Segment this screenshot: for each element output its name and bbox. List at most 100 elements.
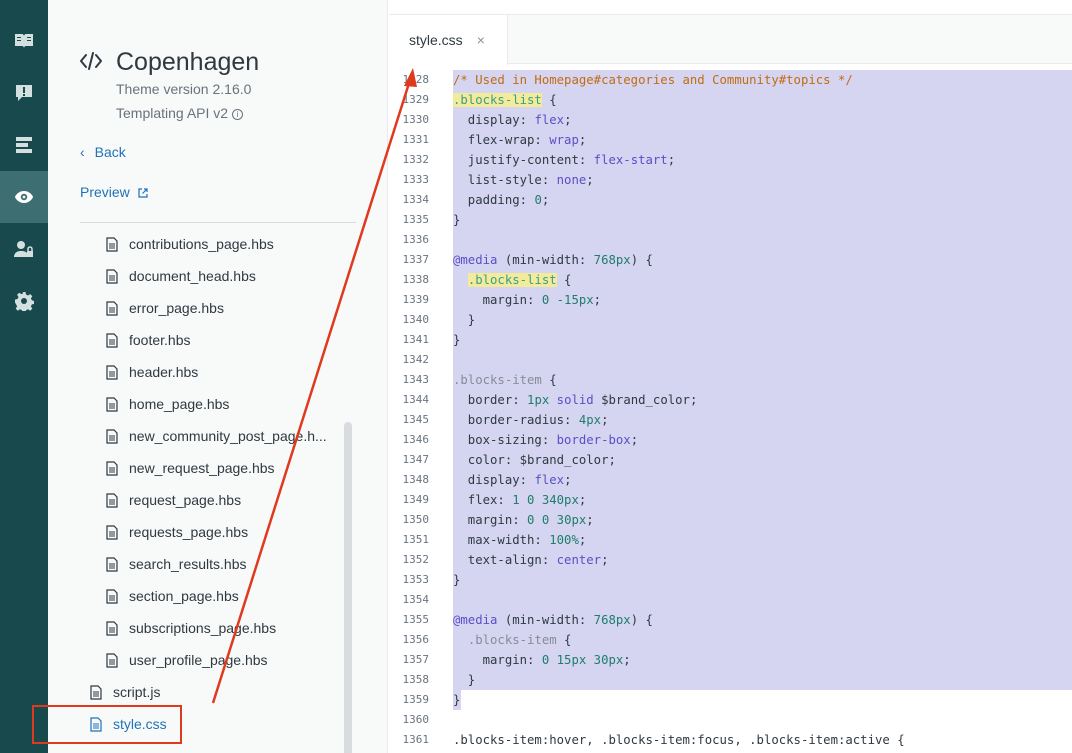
file-item[interactable]: document_head.hbs (106, 260, 256, 292)
code-text: max-width: 100%; (453, 530, 1072, 550)
code-token: .blocks-item:hover, .blocks-item:focus, … (453, 733, 905, 747)
file-item[interactable]: header.hbs (106, 356, 198, 388)
code-text: @media (min-width: 768px) { (453, 610, 1072, 630)
file-item[interactable]: search_results.hbs (106, 548, 247, 580)
code-line: 1340 } (389, 310, 1072, 330)
line-number: 1349 (402, 493, 430, 506)
code-line: 1343 .blocks-item { (389, 370, 1072, 390)
file-item[interactable]: request_page.hbs (106, 484, 241, 516)
code-token: { (556, 273, 572, 287)
info-icon[interactable]: i (232, 109, 244, 120)
code-token: $brand_color; (593, 393, 698, 407)
rail-guide[interactable] (0, 15, 48, 67)
file-name: home_page.hbs (129, 396, 230, 412)
code-text: /* Used in Homepage#categories and Commu… (453, 70, 1072, 90)
file-item[interactable]: section_page.hbs (106, 580, 239, 612)
rail-alerts[interactable] (0, 67, 48, 119)
file-icon (106, 300, 118, 316)
file-item[interactable]: requests_page.hbs (106, 516, 248, 548)
code-token: { (556, 633, 572, 647)
line-number: 1358 (402, 673, 430, 686)
code-token: ; (564, 113, 572, 127)
file-name: error_page.hbs (129, 300, 224, 316)
rail-preview[interactable] (0, 171, 48, 223)
file-icon (106, 652, 118, 668)
code-token: ; (586, 513, 594, 527)
sidebar-divider (80, 222, 356, 223)
file-name: new_community_post_page.h... (129, 428, 327, 444)
line-number: 1341 (402, 333, 430, 346)
line-number: 1347 (402, 453, 430, 466)
file-item[interactable]: new_request_page.hbs (106, 452, 275, 484)
line-number: 1332 (402, 153, 430, 166)
preview-link[interactable]: Preview (80, 184, 148, 200)
line-number: 1328 (402, 73, 430, 86)
line-number: 1337 (402, 253, 430, 266)
code-token: text-align: (453, 553, 557, 567)
rail-user-permissions[interactable] (0, 223, 48, 275)
file-name: script.js (113, 684, 161, 700)
code-token: ; (630, 433, 639, 447)
file-item[interactable]: script.js (90, 676, 160, 708)
code-token: /* Used in Homepage#categories and Commu… (453, 73, 853, 87)
back-link[interactable]: ‹ Back (80, 144, 126, 160)
code-token: wrap (549, 133, 579, 147)
rail-settings[interactable] (0, 275, 48, 327)
code-line: 1360 (389, 710, 1072, 730)
file-item[interactable]: user_profile_page.hbs (106, 644, 268, 676)
code-line: 1352 text-align: center; (389, 550, 1072, 570)
code-line: 1337 @media (min-width: 768px) { (389, 250, 1072, 270)
code-text: } (453, 210, 1072, 230)
code-line: 1359} (389, 690, 1072, 710)
file-item[interactable]: error_page.hbs (106, 292, 224, 324)
file-tree-scrollbar[interactable] (340, 228, 356, 753)
code-token: ; (541, 193, 550, 207)
code-token: ; (586, 173, 594, 187)
theme-name: Copenhagen (116, 48, 260, 76)
line-number: 1361 (402, 733, 430, 746)
file-item[interactable]: contributions_page.hbs (106, 228, 274, 260)
code-token: @media (453, 253, 498, 267)
code-token: .blocks-item (453, 373, 542, 387)
code-text (453, 230, 1072, 250)
line-number: 1329 (402, 93, 430, 106)
code-text: margin: 0 -15px; (453, 290, 1072, 310)
annotation-highlight-box (32, 705, 182, 744)
file-icon (106, 460, 118, 476)
file-icon (106, 364, 118, 380)
code-token: 1 0 340px (512, 493, 579, 507)
code-token: justify-content: (453, 153, 594, 167)
code-token: border: (453, 393, 528, 407)
code-line: 1354 (389, 590, 1072, 610)
code-text: } (453, 570, 1072, 590)
code-token: margin: (453, 513, 528, 527)
code-token: list-style: (453, 173, 557, 187)
code-text: flex-wrap: wrap; (453, 130, 1072, 150)
line-number: 1340 (402, 313, 430, 326)
file-name: document_head.hbs (129, 268, 256, 284)
scrollbar-thumb[interactable] (344, 422, 352, 753)
close-icon[interactable]: × (477, 32, 485, 48)
file-item[interactable]: subscriptions_page.hbs (106, 612, 276, 644)
file-item[interactable]: new_community_post_page.h... (106, 420, 327, 452)
templating-api-version: Templating API v2 i (116, 105, 244, 121)
code-line: 1353} (389, 570, 1072, 590)
code-area[interactable]: 1328 /* Used in Homepage#categories and C… (389, 70, 1072, 753)
code-token: ; (601, 413, 609, 427)
code-token: .blocks-item (467, 633, 557, 647)
layout-icon (16, 137, 32, 153)
gear-icon (15, 292, 34, 311)
preview-link-label: Preview (80, 184, 130, 200)
file-name: user_profile_page.hbs (129, 652, 268, 668)
code-token: border-radius: (453, 413, 579, 427)
code-line: 1345 border-radius: 4px; (389, 410, 1072, 430)
eye-icon (15, 191, 33, 203)
rail-layout[interactable] (0, 119, 48, 171)
code-text: .blocks-list { (453, 270, 1072, 290)
code-line: 1347 color: $brand_color; (389, 450, 1072, 470)
code-token: display: (453, 113, 535, 127)
code-line: 1341} (389, 330, 1072, 350)
tab-style-css[interactable]: style.css × (389, 15, 508, 65)
file-item[interactable]: home_page.hbs (106, 388, 229, 420)
file-item[interactable]: footer.hbs (106, 324, 191, 356)
